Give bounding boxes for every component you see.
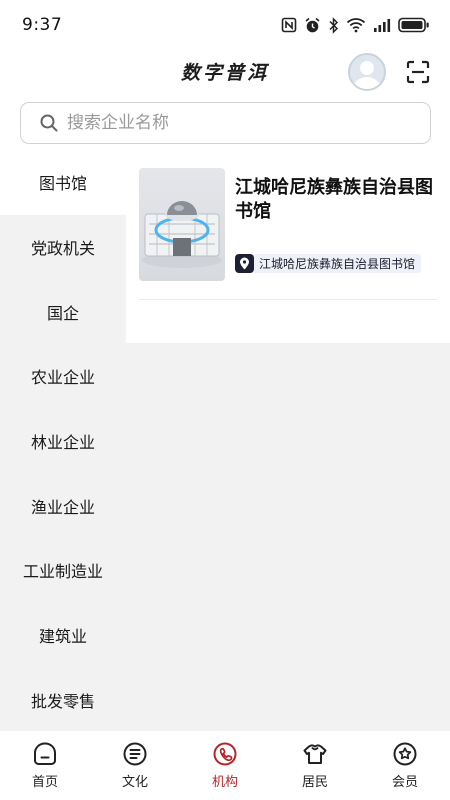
category-item-agriculture[interactable]: 农业企业 bbox=[0, 344, 126, 409]
resident-icon bbox=[303, 744, 327, 764]
nav-label-member: 会员 bbox=[391, 775, 418, 790]
nav-item-home[interactable]: 首页 bbox=[0, 731, 90, 800]
user-avatar[interactable] bbox=[348, 53, 386, 91]
culture-icon bbox=[123, 742, 147, 766]
battery-icon bbox=[398, 17, 429, 33]
search-bar[interactable] bbox=[20, 102, 431, 144]
bluetooth-icon bbox=[329, 16, 339, 34]
organization-card[interactable]: 江城哈尼族彝族自治县图书馆 江城哈尼族彝族自治县图书馆 bbox=[139, 168, 437, 300]
wifi-icon bbox=[346, 18, 366, 33]
organization-tag-label: 江城哈尼族彝族自治县图书馆 bbox=[259, 257, 416, 271]
nav-label-home: 首页 bbox=[31, 775, 58, 790]
category-item-state-enterprise[interactable]: 国企 bbox=[0, 279, 126, 345]
nav-label-institution: 机构 bbox=[211, 775, 238, 790]
organization-tag: 江城哈尼族彝族自治县图书馆 bbox=[235, 254, 422, 273]
category-item-construction[interactable]: 建筑业 bbox=[0, 602, 126, 668]
member-icon bbox=[393, 742, 417, 766]
category-item-wholesale-retail[interactable]: 批发零售 bbox=[0, 667, 126, 733]
category-item-forestry[interactable]: 林业企业 bbox=[0, 408, 126, 474]
scan-icon bbox=[406, 60, 430, 84]
main-area: 图书馆 党政机关 国企 农业企业 林业企业 渔业企业 工业制造业 建筑业 批发零… bbox=[0, 150, 450, 733]
status-time: 9:37 bbox=[22, 15, 63, 35]
category-item-party-government[interactable]: 党政机关 bbox=[0, 214, 126, 280]
nfc-icon bbox=[281, 17, 297, 33]
signal-icon bbox=[374, 19, 391, 32]
alarm-icon bbox=[305, 17, 320, 32]
location-pin-icon bbox=[235, 254, 254, 273]
status-icons bbox=[281, 16, 430, 34]
scan-button[interactable] bbox=[404, 58, 432, 86]
search-input[interactable] bbox=[67, 113, 397, 133]
nav-item-resident[interactable]: 居民 bbox=[270, 731, 360, 800]
nav-item-institution[interactable]: 机构 bbox=[180, 731, 270, 800]
library-building-image bbox=[139, 168, 225, 281]
organization-list: 江城哈尼族彝族自治县图书馆 江城哈尼族彝族自治县图书馆 bbox=[126, 150, 450, 343]
search-icon bbox=[40, 114, 58, 132]
category-item-fishery[interactable]: 渔业企业 bbox=[0, 473, 126, 539]
status-bar: 9:37 bbox=[0, 0, 450, 50]
nav-item-member[interactable]: 会员 bbox=[360, 731, 450, 800]
nav-label-culture: 文化 bbox=[121, 775, 148, 790]
category-item-manufacturing[interactable]: 工业制造业 bbox=[0, 538, 126, 603]
organization-name: 江城哈尼族彝族自治县图书馆 bbox=[235, 177, 433, 222]
category-sidebar: 图书馆 党政机关 国企 农业企业 林业企业 渔业企业 工业制造业 建筑业 批发零… bbox=[0, 150, 126, 733]
avatar-person-icon bbox=[353, 61, 381, 89]
nav-label-resident: 居民 bbox=[301, 775, 328, 790]
app-header: 数字普洱 bbox=[0, 50, 450, 100]
home-icon bbox=[34, 742, 56, 765]
category-item-library[interactable]: 图书馆 bbox=[0, 150, 126, 215]
nav-item-culture[interactable]: 文化 bbox=[90, 731, 180, 800]
institution-icon bbox=[213, 742, 237, 766]
bottom-nav: 首页 文化 机构 居民 会员 bbox=[0, 731, 450, 800]
